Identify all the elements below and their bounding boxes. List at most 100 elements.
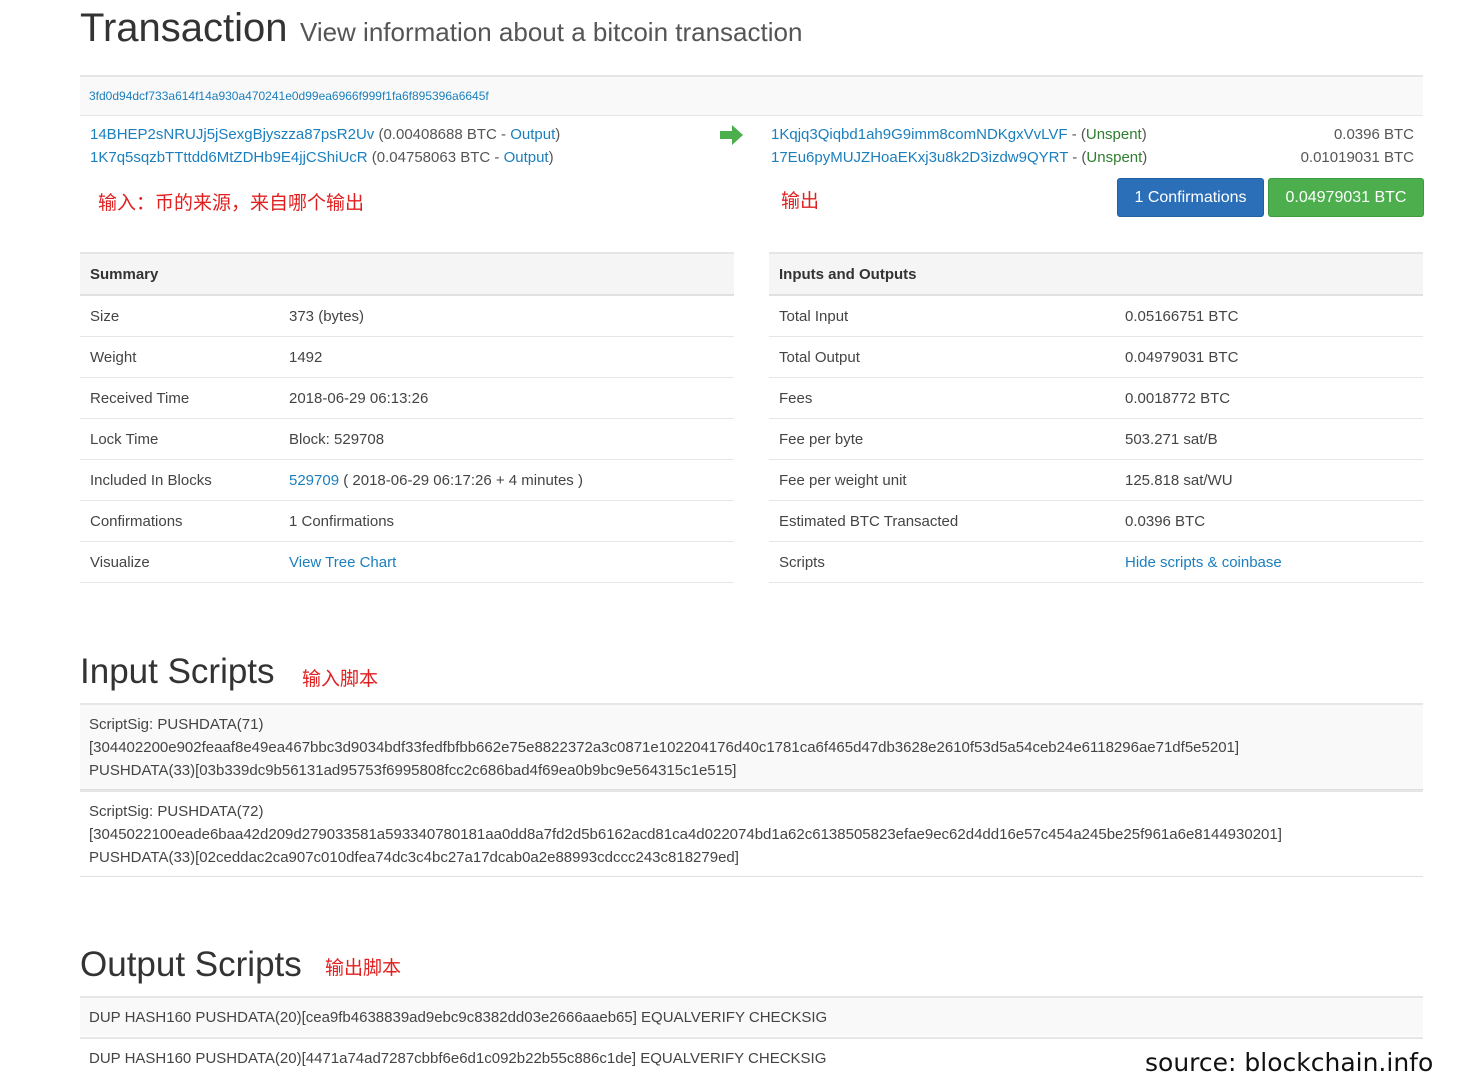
io-label: Fees	[769, 377, 1115, 419]
script-line: [304402200e902feaaf8e49ea467bbc3d9034bdf…	[89, 739, 1240, 756]
output-close: )	[1142, 149, 1148, 166]
input-address-link[interactable]: 14BHEP2sNRUJj5jSexgBjyszza87psR2Uv	[90, 126, 374, 143]
summary-label: Lock Time	[80, 418, 279, 460]
table-row: Confirmations 1 Confirmations	[80, 500, 734, 542]
summary-value: 1492	[279, 336, 734, 378]
io-value: 503.271 sat/B	[1115, 418, 1423, 460]
io-value: 0.0396 BTC	[1115, 500, 1423, 542]
summary-value: 373 (bytes)	[279, 295, 734, 337]
summary-label: Size	[80, 295, 279, 337]
table-row: Scripts Hide scripts & coinbase	[769, 541, 1423, 583]
tx-hash-link[interactable]: 3fd0d94dcf733a614f14a930a470241e0d99ea69…	[89, 89, 489, 103]
block-link[interactable]: 529709	[289, 472, 339, 489]
summary-label: Weight	[80, 336, 279, 378]
input-output-link[interactable]: Output	[510, 126, 555, 143]
output-script-row: DUP HASH160 PUSHDATA(20)[cea9fb4638839ad…	[80, 996, 1423, 1036]
io-value: 0.04979031 BTC	[1115, 336, 1423, 378]
output-address-link[interactable]: 1Kqjq3Qiqbd1ah9G9imm8comNDKgxVvLVF	[771, 126, 1068, 143]
output-amount: 0.0396 BTC	[1333, 126, 1414, 143]
annotation-output-scripts: 输出脚本	[325, 957, 402, 979]
source-caption: source: blockchain.info	[1145, 1048, 1434, 1077]
script-line: [3045022100eade6baa42d209d279033581a5933…	[89, 826, 1282, 843]
summary-value: Block: 529708	[279, 418, 734, 460]
io-label: Total Output	[769, 336, 1115, 378]
output-status: Unspent	[1086, 149, 1143, 166]
input-amount: (0.00408688 BTC	[378, 126, 497, 143]
io-label: Estimated BTC Transacted	[769, 500, 1115, 542]
summary-label: Included In Blocks	[80, 459, 279, 501]
io-value: Hide scripts & coinbase	[1115, 541, 1423, 583]
input-close: )	[555, 126, 561, 143]
summary-label: Confirmations	[80, 500, 279, 542]
table-row: Weight 1492	[80, 336, 734, 378]
io-value: 0.0018772 BTC	[1115, 377, 1423, 419]
table-row: Included In Blocks 529709 ( 2018-06-29 0…	[80, 459, 734, 501]
io-value: 0.05166751 BTC	[1115, 295, 1423, 337]
output-line: 17Eu6pyMUJZHoaEKxj3u8k2D3izdw9QYRT - (Un…	[771, 149, 1147, 166]
summary-value: 1 Confirmations	[279, 500, 734, 542]
page-title: Transaction View information about a bit…	[80, 6, 802, 51]
summary-value: 2018-06-29 06:13:26	[279, 377, 734, 419]
output-scripts-title: Output Scripts	[80, 945, 302, 985]
total-btc-button[interactable]: 0.04979031 BTC	[1268, 178, 1424, 217]
io-value: 125.818 sat/WU	[1115, 459, 1423, 501]
input-scripts-title: Input Scripts	[80, 652, 275, 692]
input-script-block: ScriptSig: PUSHDATA(72) [3045022100eade6…	[80, 790, 1423, 877]
io-label: Total Input	[769, 295, 1115, 337]
summary-value: View Tree Chart	[279, 541, 734, 583]
output-separator: - (	[1068, 149, 1087, 166]
output-status: Unspent	[1085, 126, 1142, 143]
block-time: ( 2018-06-29 06:17:26 + 4 minutes )	[339, 471, 583, 489]
table-row: Visualize View Tree Chart	[80, 541, 734, 583]
inputs-outputs-table: Inputs and Outputs Total Input 0.0516675…	[769, 252, 1423, 583]
input-output-link[interactable]: Output	[504, 149, 549, 166]
io-label: Scripts	[769, 541, 1115, 583]
table-row: Total Output 0.04979031 BTC	[769, 336, 1423, 378]
input-separator: -	[490, 149, 504, 166]
table-row: Lock Time Block: 529708	[80, 418, 734, 460]
input-line: 1K7q5sqzbTTttdd6MtZDHb9E4jjCShiUcR (0.04…	[90, 149, 554, 166]
arrow-right-icon	[720, 125, 743, 145]
output-script-text: DUP HASH160 PUSHDATA(20)[cea9fb4638839ad…	[89, 1009, 828, 1026]
summary-label: Received Time	[80, 377, 279, 419]
hide-scripts-link[interactable]: Hide scripts & coinbase	[1125, 554, 1282, 571]
summary-label: Visualize	[80, 541, 279, 583]
input-line: 14BHEP2sNRUJj5jSexgBjyszza87psR2Uv (0.00…	[90, 126, 560, 143]
script-line: ScriptSig: PUSHDATA(71)	[89, 716, 264, 733]
annotation-inputs: 输入：币的来源，来自哪个输出	[98, 192, 365, 214]
inputs-outputs-heading: Inputs and Outputs	[769, 252, 1423, 296]
page-subtitle: View information about a bitcoin transac…	[299, 17, 803, 47]
page-title-text: Transaction	[80, 6, 288, 50]
input-amount: (0.04758063 BTC	[371, 149, 491, 166]
script-line: ScriptSig: PUSHDATA(72)	[89, 803, 264, 820]
input-scripts-heading: Input Scripts	[80, 652, 275, 691]
input-script-block: ScriptSig: PUSHDATA(71) [304402200e902fe…	[80, 703, 1423, 790]
input-address-link[interactable]: 1K7q5sqzbTTttdd6MtZDHb9E4jjCShiUcR	[90, 149, 368, 166]
confirmations-button[interactable]: 1 Confirmations	[1117, 178, 1264, 217]
tx-hash-bar: 3fd0d94dcf733a614f14a930a470241e0d99ea69…	[80, 75, 1423, 116]
table-row: Total Input 0.05166751 BTC	[769, 295, 1423, 337]
script-line: PUSHDATA(33)[02ceddac2ca907c010dfea74dc3…	[89, 849, 739, 866]
annotation-outputs: 输出	[781, 190, 820, 212]
output-scripts-heading: Output Scripts	[80, 945, 302, 984]
summary-heading: Summary	[80, 252, 734, 296]
view-tree-chart-link[interactable]: View Tree Chart	[289, 554, 396, 571]
output-script-text: DUP HASH160 PUSHDATA(20)[4471a74ad7287cb…	[89, 1050, 827, 1067]
output-separator: - (	[1067, 126, 1086, 143]
output-line: 1Kqjq3Qiqbd1ah9G9imm8comNDKgxVvLVF - (Un…	[771, 126, 1147, 143]
summary-table: Summary Size 373 (bytes) Weight 1492 Rec…	[80, 252, 734, 583]
table-row: Received Time 2018-06-29 06:13:26	[80, 377, 734, 419]
annotation-input-scripts: 输入脚本	[302, 668, 379, 690]
script-line: PUSHDATA(33)[03b339dc9b56131ad95753f6995…	[89, 762, 737, 779]
table-row: Estimated BTC Transacted 0.0396 BTC	[769, 500, 1423, 542]
output-address-link[interactable]: 17Eu6pyMUJZHoaEKxj3u8k2D3izdw9QYRT	[771, 149, 1068, 166]
table-row: Fee per weight unit 125.818 sat/WU	[769, 459, 1423, 501]
table-row: Fee per byte 503.271 sat/B	[769, 418, 1423, 460]
io-label: Fee per weight unit	[769, 459, 1115, 501]
output-amount: 0.01019031 BTC	[1300, 149, 1414, 166]
io-label: Fee per byte	[769, 418, 1115, 460]
input-close: )	[548, 149, 554, 166]
table-row: Size 373 (bytes)	[80, 295, 734, 337]
output-close: )	[1141, 126, 1147, 143]
input-separator: -	[496, 126, 511, 143]
